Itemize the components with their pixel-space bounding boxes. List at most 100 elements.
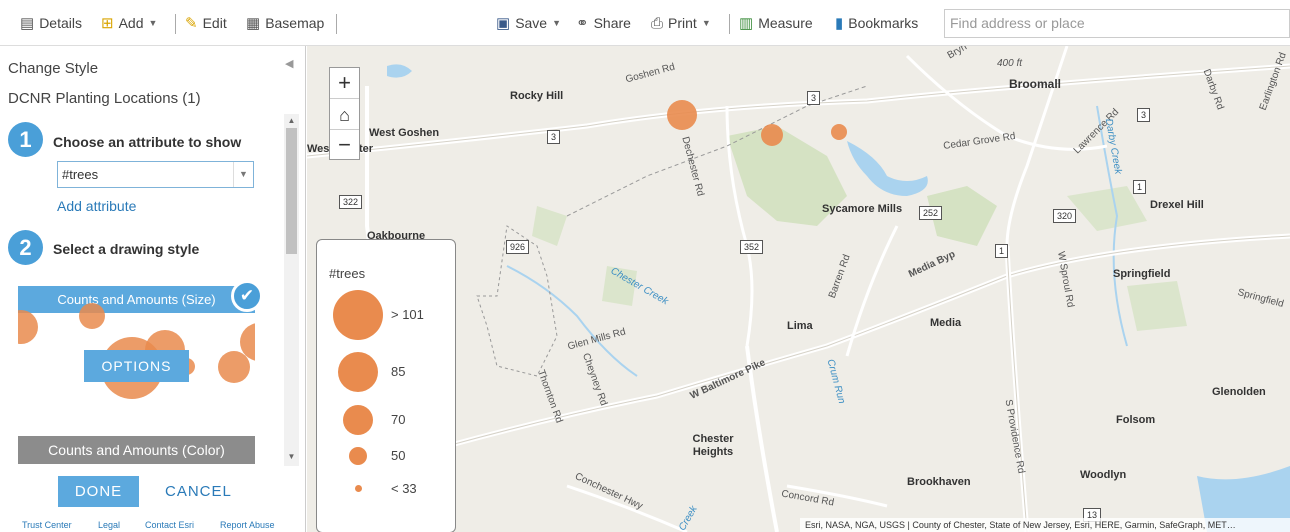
add-label: Add <box>118 15 144 31</box>
footer-link-trust-center[interactable]: Trust Center <box>22 520 72 530</box>
print-button[interactable]: ⎙ Print ▼ <box>651 0 711 46</box>
route-shield: 3 <box>547 130 561 144</box>
bookmarks-button[interactable]: ▮ Bookmarks <box>835 0 918 46</box>
checkmark-icon: ✔ <box>231 280 263 312</box>
place-label: Wes <box>307 143 330 155</box>
legend-label: 70 <box>391 412 406 427</box>
step-1-label: Choose an attribute to show <box>53 134 242 150</box>
zoom-control: + ⌂ − <box>329 67 360 160</box>
style-options-scroll-area: 1 Choose an attribute to show #trees ▼ A… <box>0 114 300 466</box>
panel-title: Change Style <box>8 60 99 77</box>
place-label: Media <box>930 317 962 329</box>
route-shield: 926 <box>506 240 530 254</box>
place-label: Woodlyn <box>1080 469 1127 481</box>
planting-location-point[interactable] <box>667 100 697 130</box>
bookmarks-label: Bookmarks <box>848 15 919 31</box>
measure-button[interactable]: ▥ Measure <box>739 0 813 46</box>
details-label: Details <box>39 15 82 31</box>
route-shield: 1 <box>995 244 1009 258</box>
place-label: Drexel Hill <box>1150 199 1204 211</box>
attribute-select[interactable]: #trees ▼ <box>57 161 254 188</box>
map-view[interactable]: Rocky Hill West Goshen Wes ter Oakbourne… <box>307 46 1290 532</box>
preview-circle <box>18 310 38 344</box>
share-button[interactable]: ⚭ Share <box>576 0 631 46</box>
done-button[interactable]: DONE <box>58 476 139 507</box>
save-label: Save <box>515 15 548 31</box>
preview-circle <box>79 303 105 329</box>
save-button[interactable]: ▣ Save ▼ <box>496 0 561 46</box>
place-label: Folsom <box>1116 414 1156 426</box>
scroll-up-icon[interactable]: ▲ <box>284 116 299 125</box>
edit-label: Edit <box>202 15 227 31</box>
legend-label: > 101 <box>391 307 424 322</box>
planting-location-point[interactable] <box>761 124 783 146</box>
ruler-icon: ▥ <box>739 15 754 32</box>
style-card-color-title: Counts and Amounts (Color) <box>18 436 255 464</box>
attribute-select-value: #trees <box>62 167 99 182</box>
route-shield: 322 <box>339 195 363 209</box>
map-attribution[interactable]: Esri, NASA, NGA, USGS | County of Cheste… <box>800 518 1290 532</box>
place-label: Broomall <box>1009 77 1062 91</box>
basemap-grid-icon: ▦ <box>246 15 261 32</box>
route-shield: 352 <box>740 240 764 254</box>
style-card-color[interactable]: Counts and Amounts (Color) <box>18 436 255 466</box>
place-label: Sycamore Mills <box>822 203 903 215</box>
place-label: Glenolden <box>1212 386 1266 398</box>
place-label: Lima <box>787 320 813 332</box>
toolbar-divider <box>729 14 730 34</box>
chevron-down-icon: ▼ <box>701 18 711 28</box>
search-placeholder: Find address or place <box>950 15 1085 31</box>
step-2-badge: 2 <box>8 230 43 265</box>
options-button[interactable]: OPTIONS <box>84 350 189 382</box>
legend-label: 85 <box>391 364 406 379</box>
step-2-label: Select a drawing style <box>53 241 200 257</box>
add-button[interactable]: ⊞ Add ▼ <box>101 0 157 46</box>
elevation-label: 400 ft <box>997 58 1023 69</box>
place-label: Springfield <box>1113 268 1171 280</box>
cancel-button[interactable]: CANCEL <box>165 476 231 507</box>
route-shield: 3 <box>807 91 821 105</box>
floppy-disk-icon: ▣ <box>496 15 511 32</box>
style-card-size-title: Counts and Amounts (Size) <box>18 286 255 313</box>
scroll-down-icon[interactable]: ▼ <box>284 452 299 461</box>
details-button[interactable]: ▤ Details <box>20 0 82 46</box>
toolbar-divider <box>175 14 176 34</box>
route-shield: 252 <box>919 206 943 220</box>
basemap-button[interactable]: ▦ Basemap <box>246 0 324 46</box>
scrollbar-thumb[interactable] <box>286 128 297 254</box>
map-legend: #trees > 101 85 70 50 < 33 <box>316 239 456 532</box>
chevron-down-icon: ▼ <box>552 18 562 28</box>
toolbar-divider <box>336 14 337 34</box>
pencil-icon: ✎ <box>185 15 198 32</box>
legend-symbol <box>333 290 383 340</box>
search-input[interactable]: Find address or place <box>944 9 1290 38</box>
footer-link-legal[interactable]: Legal <box>98 520 120 530</box>
place-label: Rocky Hill <box>510 90 564 102</box>
step-1-badge: 1 <box>8 122 43 157</box>
collapse-panel-icon[interactable]: ◀ <box>285 57 293 70</box>
add-icon: ⊞ <box>101 15 114 32</box>
footer-link-report-abuse[interactable]: Report Abuse <box>220 520 275 530</box>
planting-location-point[interactable] <box>831 124 847 140</box>
legend-label: < 33 <box>391 481 417 496</box>
edit-button[interactable]: ✎ Edit <box>185 0 227 46</box>
measure-label: Measure <box>758 15 813 31</box>
change-style-panel: ◀ Change Style DCNR Planting Locations (… <box>0 46 313 532</box>
zoom-out-button[interactable]: − <box>330 130 359 161</box>
chevron-down-icon: ▼ <box>148 18 158 28</box>
style-card-size-preview: OPTIONS <box>18 303 255 414</box>
home-button[interactable]: ⌂ <box>330 99 359 130</box>
legend-symbol <box>338 352 378 392</box>
home-icon: ⌂ <box>339 105 350 125</box>
details-icon: ▤ <box>20 15 35 32</box>
style-card-size[interactable]: Counts and Amounts (Size) OPTIONS <box>18 286 255 414</box>
place-label: Brookhaven <box>907 476 971 488</box>
print-label: Print <box>668 15 697 31</box>
link-icon: ⚭ <box>576 15 589 32</box>
basemap-label: Basemap <box>265 15 325 31</box>
panel-scrollbar[interactable]: ▲ ▼ <box>284 114 299 466</box>
footer-link-contact[interactable]: Contact Esri <box>145 520 194 530</box>
add-attribute-link[interactable]: Add attribute <box>57 198 136 214</box>
legend-symbol <box>355 485 362 492</box>
zoom-in-button[interactable]: + <box>330 68 359 99</box>
